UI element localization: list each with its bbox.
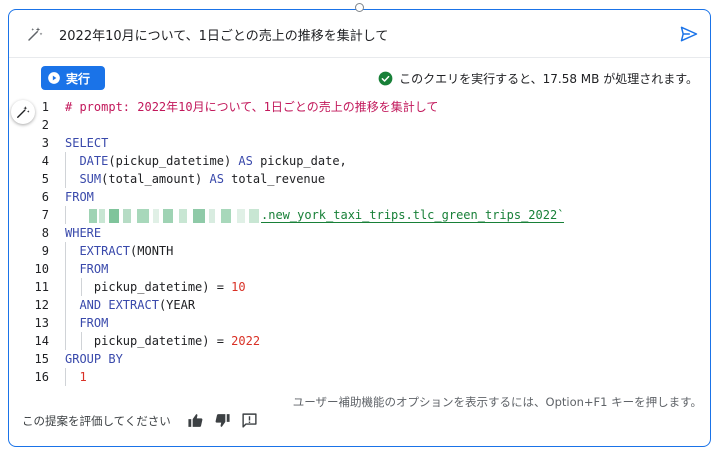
line-number: 7 [41, 208, 49, 222]
code-token: SUM [65, 172, 102, 186]
resize-handle[interactable] [355, 3, 364, 12]
line-number: 6 [41, 190, 49, 204]
line-number: 1 [41, 100, 49, 114]
code-line: 11 pickup_datetime) = 10 [9, 278, 710, 296]
code-line: 7 .new_york_taxi_trips.tlc_green_trips_20… [9, 206, 710, 224]
code-token: WHERE [65, 226, 102, 240]
accessibility-hint: ユーザー補助機能のオプションを表示するには、Option+F1 キーを押します。 [292, 395, 702, 409]
code-text: GROUP BY [65, 350, 123, 368]
code-line: 1 # prompt: 2022年10月について、1日ごとの売上の推移を集計して [9, 98, 710, 116]
report-icon[interactable] [241, 412, 258, 429]
code-text: SELECT [65, 134, 108, 152]
line-number: 8 [41, 226, 49, 240]
send-icon[interactable] [679, 24, 699, 44]
prompt-input[interactable]: 2022年10月について、1日ごとの売上の推移を集計して [59, 25, 388, 44]
feedback-row: この提案を評価してください [22, 412, 258, 429]
run-button[interactable]: 実行 [41, 66, 105, 90]
code-text: DATE(pickup_datetime) AS pickup_date, [65, 152, 347, 170]
code-token: pickup_datetime) = [65, 334, 232, 348]
code-text: .new_york_taxi_trips.tlc_green_trips_202… [65, 206, 565, 224]
query-editor-card: 2022年10月について、1日ごとの売上の推移を集計して 実行 このクエリを実行… [8, 9, 711, 447]
thumbs-down-icon[interactable] [214, 412, 231, 429]
check-circle-icon [378, 71, 393, 86]
code-token: GROUP BY [65, 352, 123, 366]
code-text: pickup_datetime) = 2022 [65, 332, 260, 350]
code-text: FROM [65, 314, 108, 332]
code-token: (total_amount) [101, 172, 210, 186]
code-text: AND EXTRACT(YEAR [65, 296, 195, 314]
code-token: pickup_date, [252, 154, 347, 168]
code-line: 3 SELECT [9, 134, 710, 152]
code-line: 16 1 [9, 368, 710, 386]
editor-toolbar: 実行 このクエリを実行すると、17.58 MB が処理されます。 [9, 58, 710, 98]
code-token: (YEAR [158, 298, 196, 312]
thumbs-up-icon[interactable] [187, 412, 204, 429]
code-line: 6 FROM [9, 188, 710, 206]
line-number: 14 [34, 334, 49, 348]
code-text: WHERE [65, 224, 101, 242]
code-line: 12 AND EXTRACT(YEAR [9, 296, 710, 314]
code-token: FROM [65, 262, 109, 276]
code-token: 1 [65, 370, 87, 384]
code-line: 2 [9, 116, 710, 134]
code-text: FROM [65, 260, 108, 278]
code-token: FROM [65, 316, 109, 330]
code-line: 8 WHERE [9, 224, 710, 242]
line-number: 9 [41, 244, 49, 258]
code-text: 1 [65, 368, 87, 386]
code-line: 4 DATE(pickup_datetime) AS pickup_date, [9, 152, 710, 170]
code-text: FROM [65, 188, 94, 206]
code-token: AS [209, 172, 224, 186]
validation-status: このクエリを実行すると、17.58 MB が処理されます。 [378, 70, 698, 87]
line-number: 4 [41, 154, 49, 168]
line-number: 3 [41, 136, 49, 150]
code-token: DATE [65, 154, 109, 168]
line-number: 13 [34, 316, 49, 330]
code-token: total_revenue [223, 172, 326, 186]
code-token: (MONTH [130, 244, 174, 258]
line-number: 5 [41, 172, 49, 186]
code-line: 10 FROM [9, 260, 710, 278]
magic-wand-icon [28, 27, 43, 41]
redacted-project-id [89, 208, 261, 223]
code-line: 13 FROM [9, 314, 710, 332]
code-token: AS [238, 154, 253, 168]
code-token: SELECT [65, 136, 109, 150]
code-token: EXTRACT [65, 244, 131, 258]
code-token: pickup_datetime) = [65, 280, 232, 294]
code-token: 10 [231, 280, 246, 294]
code-text: EXTRACT(MONTH [65, 242, 173, 260]
code-token: EXTRACT [108, 298, 159, 312]
code-line: 14 pickup_datetime) = 2022 [9, 332, 710, 350]
prompt-bar: 2022年10月について、1日ごとの売上の推移を集計して [9, 10, 710, 58]
validation-message: このクエリを実行すると、17.58 MB が処理されます。 [399, 72, 698, 86]
code-text: # prompt: 2022年10月について、1日ごとの売上の推移を集計して [65, 98, 438, 116]
code-token: 2022 [231, 334, 261, 348]
code-token: FROM [65, 190, 94, 204]
line-number: 10 [34, 262, 49, 276]
line-number: 12 [34, 298, 49, 312]
code-token: (pickup_datetime) [108, 154, 239, 168]
code-token: .new_york_taxi_trips.tlc_green_trips_202… [261, 208, 565, 223]
line-number: 11 [34, 280, 49, 294]
code-line: 15 GROUP BY [9, 350, 710, 368]
code-token: AND [65, 298, 109, 312]
line-number: 2 [41, 118, 49, 132]
code-token: # prompt: 2022年10月について、1日ごとの売上の推移を集計して [65, 100, 439, 114]
line-number: 16 [34, 370, 49, 384]
code-text: SUM(total_amount) AS total_revenue [65, 170, 325, 188]
code-line: 9 EXTRACT(MONTH [9, 242, 710, 260]
feedback-label: この提案を評価してください [22, 413, 171, 428]
line-number: 15 [34, 352, 49, 366]
code-text: pickup_datetime) = 10 [65, 278, 246, 296]
run-button-label: 実行 [66, 71, 91, 86]
code-editor[interactable]: 1 # prompt: 2022年10月について、1日ごとの売上の推移を集計して 2… [9, 98, 710, 388]
code-line: 5 SUM(total_amount) AS total_revenue [9, 170, 710, 188]
play-circle-icon [48, 72, 60, 84]
